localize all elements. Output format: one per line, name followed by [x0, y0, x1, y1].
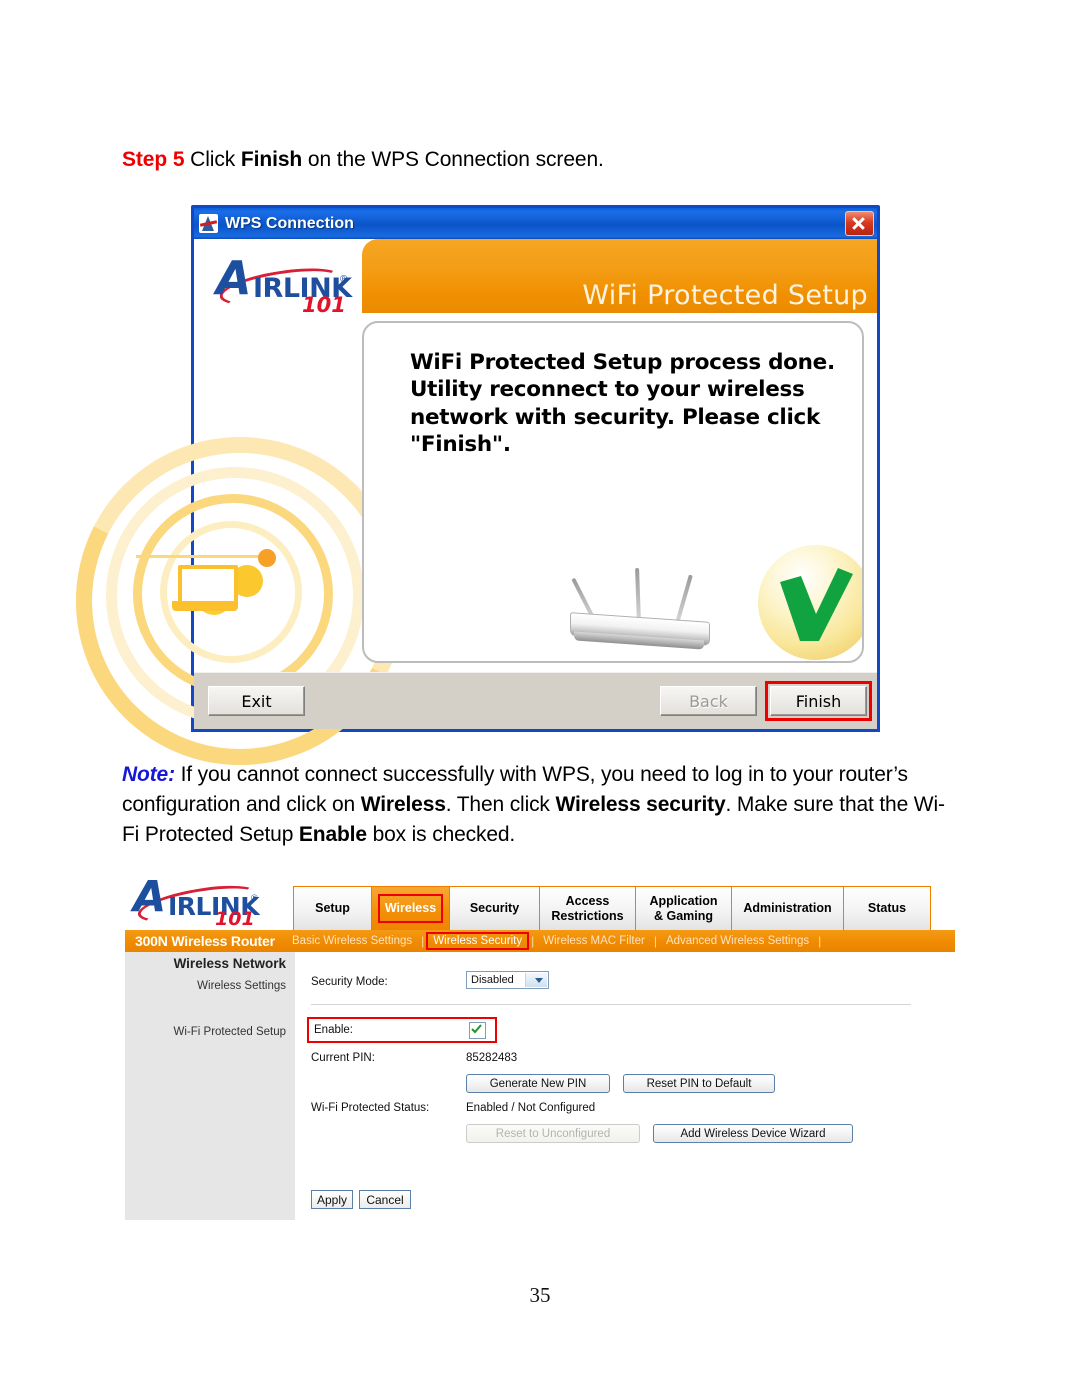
security-mode-label: Security Mode:: [311, 976, 388, 988]
logo-letter: A: [133, 872, 167, 922]
enable-checkbox[interactable]: [469, 1022, 486, 1039]
signal-dot-medium: [231, 565, 263, 597]
step-text-before: Click: [184, 148, 241, 171]
add-wireless-device-wizard-button[interactable]: Add Wireless Device Wizard: [653, 1124, 853, 1143]
wifi-protected-status-label: Wi-Fi Protected Status:: [311, 1102, 430, 1114]
laptop-outline-icon: [172, 565, 238, 617]
exit-button[interactable]: Exit: [208, 686, 305, 716]
apply-button[interactable]: Apply: [311, 1190, 353, 1209]
dialog-title: WPS Connection: [225, 214, 354, 232]
current-pin-value: 85282483: [466, 1052, 518, 1064]
router-model-label: 300N Wireless Router: [135, 933, 275, 949]
security-mode-value: Disabled: [471, 974, 514, 986]
tab-administration[interactable]: Administration: [731, 886, 843, 930]
chevron-down-icon: [525, 973, 547, 987]
subnav-advanced-wireless-settings[interactable]: Advanced Wireless Settings: [657, 935, 818, 947]
router-web-interface: A IRLINK ® 101 Setup Wireless Security A…: [125, 872, 955, 1220]
sub-navigation-bar: 300N Wireless Router Basic Wireless Sett…: [125, 930, 955, 952]
subnav-separator: |: [818, 934, 822, 948]
dialog-content-panel: WiFi Protected Setup process done. Utili…: [362, 321, 864, 663]
finish-button-highlight: [765, 681, 872, 721]
laptop-screen: [178, 565, 238, 607]
signal-line: [136, 555, 262, 558]
current-pin-label: Current PIN:: [311, 1052, 375, 1064]
dialog-title-bar: WPS Connection: [194, 208, 877, 239]
step-text-after: on the WPS Connection screen.: [302, 148, 604, 171]
status-message: WiFi Protected Setup process done. Utili…: [410, 350, 835, 457]
tab-application-gaming[interactable]: Application & Gaming: [635, 886, 731, 930]
tab-wireless-highlight: [378, 894, 443, 923]
wps-connection-dialog: WPS Connection WiFi Protected Setup A IR…: [33, 205, 880, 808]
ring-3: [133, 494, 333, 694]
note-label: Note:: [122, 763, 175, 786]
close-icon[interactable]: [845, 211, 874, 236]
generate-new-pin-button[interactable]: Generate New PIN: [466, 1074, 610, 1093]
page-number: 35: [529, 1283, 551, 1307]
ring-4: [160, 521, 302, 663]
reset-pin-to-default-button[interactable]: Reset PIN to Default: [623, 1074, 775, 1093]
airlink-app-icon: [199, 214, 218, 233]
note-part4: box is checked.: [366, 822, 516, 846]
logo-letter: A: [216, 251, 252, 305]
router-antenna-right: [675, 574, 693, 624]
main-nav-tabs: Setup Wireless Security Access Restricti…: [293, 886, 955, 930]
settings-form: Security Mode: Disabled Enable: Current …: [307, 952, 955, 1220]
dialog-footer: Exit Back Finish: [194, 672, 877, 729]
note-bold-wireless: Wireless: [360, 792, 446, 816]
step-instruction: Step 5 Click Finish on the WPS Connectio…: [122, 148, 604, 172]
subnav-wireless-security[interactable]: Wireless Security: [424, 932, 531, 950]
sidebar-heading: Wireless Network: [173, 956, 286, 971]
subnav-wireless-mac-filter[interactable]: Wireless MAC Filter: [534, 935, 654, 947]
webui-main-area: Wireless Network Wireless Settings Wi-Fi…: [125, 952, 955, 1220]
sidebar-item-wifi-protected-setup: Wi-Fi Protected Setup: [173, 1026, 286, 1038]
webui-header: A IRLINK ® 101 Setup Wireless Security A…: [125, 872, 955, 930]
signal-dot-large: [196, 579, 232, 615]
enable-label: Enable:: [314, 1024, 354, 1036]
router-antenna-center: [635, 567, 641, 623]
tab-security[interactable]: Security: [449, 886, 539, 930]
logo-number: 101: [215, 908, 255, 930]
airlink-logo: A IRLINK ® 101: [216, 251, 356, 317]
tab-setup[interactable]: Setup: [293, 886, 371, 930]
note-part2: . Then click: [445, 792, 556, 816]
tab-wireless[interactable]: Wireless: [371, 886, 449, 930]
subnav-wireless-security-highlight: [426, 932, 530, 950]
logo-registered-mark: ®: [340, 274, 348, 285]
reset-to-unconfigured-button: Reset to Unconfigured: [466, 1124, 640, 1143]
wifi-protected-status-value: Enabled / Not Configured: [466, 1102, 596, 1114]
back-button: Back: [660, 686, 757, 716]
dialog-header-band: WiFi Protected Setup A IRLINK ® 101: [194, 239, 877, 317]
note-bold-wireless-security: Wireless security: [555, 792, 726, 816]
note-paragraph: Note: If you cannot connect successfully…: [122, 760, 962, 849]
subnav-basic-wireless-settings[interactable]: Basic Wireless Settings: [283, 935, 421, 947]
sidebar-item-wireless-settings: Wireless Settings: [197, 980, 286, 992]
router-illustration: [564, 567, 714, 658]
step-bold-word: Finish: [240, 148, 303, 171]
sidebar-panel: Wireless Network Wireless Settings Wi-Fi…: [125, 952, 295, 1220]
logo-registered-mark: ®: [251, 893, 258, 903]
security-mode-select[interactable]: Disabled: [466, 971, 549, 989]
laptop-base: [172, 601, 238, 611]
tab-access-restrictions[interactable]: Access Restrictions: [539, 886, 635, 930]
tab-status[interactable]: Status: [843, 886, 931, 930]
signal-dot-small: [258, 549, 276, 567]
cancel-button[interactable]: Cancel: [359, 1190, 411, 1209]
step-label: Step 5: [122, 148, 185, 171]
banner-title: WiFi Protected Setup: [582, 280, 868, 311]
airlink-logo-webui: A IRLINK ® 101: [125, 872, 293, 930]
form-divider: [311, 1004, 911, 1005]
logo-number: 101: [302, 293, 346, 317]
success-checkmark-icon: [758, 545, 862, 660]
note-bold-enable: Enable: [298, 822, 367, 846]
wifi-protected-setup-banner: WiFi Protected Setup: [362, 239, 877, 313]
dialog-body: WiFi Protected Setup A IRLINK ® 101 WiFi…: [33, 239, 877, 808]
